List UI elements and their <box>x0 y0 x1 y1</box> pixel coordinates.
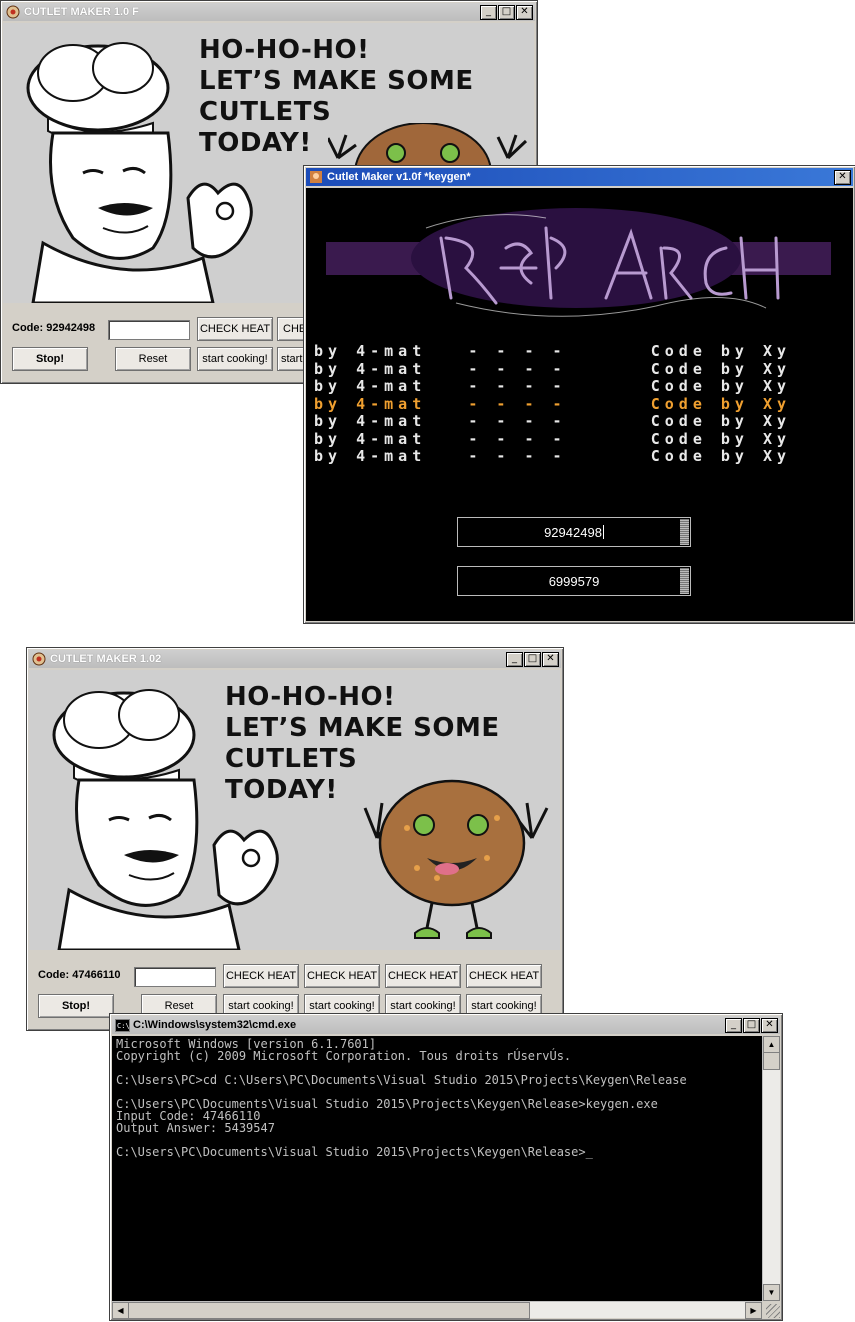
console-line: Output Answer: 5439547 <box>116 1121 275 1135</box>
scroller-credit-right: Code by Xy <box>650 447 792 465</box>
logo-graffiti <box>326 208 831 317</box>
headline-line-1: HO-HO-HO! <box>199 35 370 65</box>
scroller-credit-left: by 4-mat <box>314 360 427 378</box>
scroll-up-button[interactable]: ▲ <box>763 1036 780 1053</box>
scroll-left-button[interactable]: ◀ <box>112 1302 129 1319</box>
scroller-credit-right: Code by Xy <box>650 395 792 413</box>
headline-line-2: LET’S MAKE SOME <box>225 713 500 743</box>
scroller-line: by 4-mat - - - - Code by Xy <box>314 447 791 465</box>
cmd-window: C:\ C:\Windows\system32\cmd.exe _ □ ✕ Mi… <box>109 1013 783 1321</box>
scroller-dashes: - - - - <box>468 430 567 448</box>
code-label: Code: 92942498 <box>12 322 96 334</box>
close-button[interactable]: ✕ <box>834 169 851 185</box>
scroller-line: by 4-mat - - - - Code by Xy <box>314 342 791 360</box>
text-cursor <box>602 525 604 539</box>
keygen-body: by 4-mat - - - - Code by Xy by 4-mat - -… <box>306 188 853 621</box>
svg-text:C:\: C:\ <box>117 1022 130 1030</box>
scroller-credit-right: Code by Xy <box>650 342 792 360</box>
title-bar[interactable]: CUTLET MAKER 1.02 _ □ ✕ <box>29 650 561 668</box>
stop-button[interactable]: Stop! <box>38 994 114 1018</box>
vertical-scrollbar[interactable]: ▲ ▼ <box>762 1036 780 1301</box>
close-button[interactable]: ✕ <box>542 651 559 667</box>
headline-line-1: HO-HO-HO! <box>225 682 396 712</box>
window-title: C:\Windows\system32\cmd.exe <box>133 1019 297 1031</box>
headline-line-2: LET’S MAKE SOME <box>199 66 474 96</box>
field-grip <box>680 519 689 545</box>
check-heat-button-3[interactable]: CHECK HEAT <box>385 964 461 988</box>
maximize-button[interactable]: □ <box>524 651 541 667</box>
title-bar[interactable]: C:\ C:\Windows\system32\cmd.exe _ □ ✕ <box>112 1016 780 1034</box>
scroller-line: by 4-mat - - - - Code by Xy <box>314 430 791 448</box>
scroller-credit-left: by 4-mat <box>314 447 427 465</box>
console-text: Microsoft Windows [version 6.1.7601] Copy… <box>112 1036 762 1160</box>
check-heat-button[interactable]: CHECK HEAT <box>197 317 273 341</box>
banner-image: HO-HO-HO! LET’S MAKE SOME CUTLETS TODAY! <box>29 670 560 950</box>
scroller-credit-left: by 4-mat <box>314 395 427 413</box>
keygen-window: Cutlet Maker v1.0f *keygen* ✕ by 4-mat -… <box>303 165 855 624</box>
minimize-button[interactable]: _ <box>480 4 497 20</box>
close-button[interactable]: ✕ <box>761 1017 778 1033</box>
reset-button[interactable]: Reset <box>115 347 191 371</box>
output-code-field[interactable]: 6999579 <box>457 566 691 596</box>
answer-input[interactable] <box>108 320 190 340</box>
code-label: Code: 47466110 <box>38 969 121 981</box>
scroller-credit-right: Code by Xy <box>650 377 792 395</box>
scroller-line: by 4-mat - - - - Code by Xy <box>314 360 791 378</box>
scroller-dashes: - - - - <box>468 377 567 395</box>
title-bar[interactable]: CUTLET MAKER 1.0 F _ □ ✕ <box>3 3 535 21</box>
console-line: C:\Users\PC\Documents\Visual Studio 2015… <box>116 1145 593 1159</box>
minimize-button[interactable]: _ <box>725 1017 742 1033</box>
window-title: CUTLET MAKER 1.0 F <box>24 6 139 18</box>
cutlet-maker-1-02-window: CUTLET MAKER 1.02 _ □ ✕ HO-HO-HO! LET’S … <box>26 647 564 1031</box>
scroller-credit-left: by 4-mat <box>314 430 427 448</box>
title-bar[interactable]: Cutlet Maker v1.0f *keygen* ✕ <box>306 168 853 186</box>
console-icon: C:\ <box>114 1017 130 1033</box>
scroll-right-button[interactable]: ▶ <box>745 1302 762 1319</box>
scroller-line: by 4-mat - - - - Code by Xy <box>314 377 791 395</box>
scroller-line: by 4-mat - - - - Code by Xy <box>314 412 791 430</box>
scroller-credit-left: by 4-mat <box>314 342 427 360</box>
input-code-value: 92942498 <box>544 524 602 540</box>
resize-grip[interactable] <box>766 1304 780 1318</box>
scroll-down-button[interactable]: ▼ <box>763 1284 780 1301</box>
input-code-field[interactable]: 92942498 <box>457 517 691 547</box>
console-line: C:\Users\PC>cd C:\Users\PC\Documents\Vis… <box>116 1073 687 1087</box>
app-icon <box>308 169 324 185</box>
window-title: Cutlet Maker v1.0f *keygen* <box>327 171 471 183</box>
stop-button[interactable]: Stop! <box>12 347 88 371</box>
scroller-credit-left: by 4-mat <box>314 412 427 430</box>
window-title: CUTLET MAKER 1.02 <box>50 653 162 665</box>
console-output[interactable]: Microsoft Windows [version 6.1.7601] Copy… <box>112 1036 762 1301</box>
check-heat-button-2[interactable]: CHECK HEAT <box>304 964 380 988</box>
console-line: Copyright (c) 2009 Microsoft Corporation… <box>116 1049 572 1063</box>
output-code-value: 6999579 <box>548 573 600 589</box>
scroll-thumb-horizontal[interactable] <box>128 1302 530 1319</box>
scroller-dashes: - - - - <box>468 342 567 360</box>
check-heat-button[interactable]: CHECK HEAT <box>223 964 299 988</box>
scroller-credit-left: by 4-mat <box>314 377 427 395</box>
app-icon <box>31 651 47 667</box>
horizontal-scrollbar[interactable]: ◀ ▶ <box>112 1301 762 1319</box>
scroller-line-highlighted: by 4-mat - - - - Code by Xy <box>314 395 791 413</box>
app-icon <box>5 4 21 20</box>
scroller-dashes: - - - - <box>468 360 567 378</box>
start-cooking-button[interactable]: start cooking! <box>197 347 273 371</box>
field-grip <box>680 568 689 594</box>
minimize-button[interactable]: _ <box>506 651 523 667</box>
scroller-credit-right: Code by Xy <box>650 412 792 430</box>
scroll-thumb[interactable] <box>763 1052 780 1070</box>
scroller-credit-right: Code by Xy <box>650 430 792 448</box>
check-heat-button-4[interactable]: CHECK HEAT <box>466 964 542 988</box>
maximize-button[interactable]: □ <box>498 4 515 20</box>
scroller-dashes: - - - - <box>468 412 567 430</box>
scroller-dashes: - - - - <box>468 447 567 465</box>
cutlet-illustration <box>363 779 549 939</box>
scroller-dashes: - - - - <box>468 395 567 413</box>
scroller-credit-right: Code by Xy <box>650 360 792 378</box>
maximize-button[interactable]: □ <box>743 1017 760 1033</box>
answer-input[interactable] <box>134 967 216 987</box>
close-button[interactable]: ✕ <box>516 4 533 20</box>
